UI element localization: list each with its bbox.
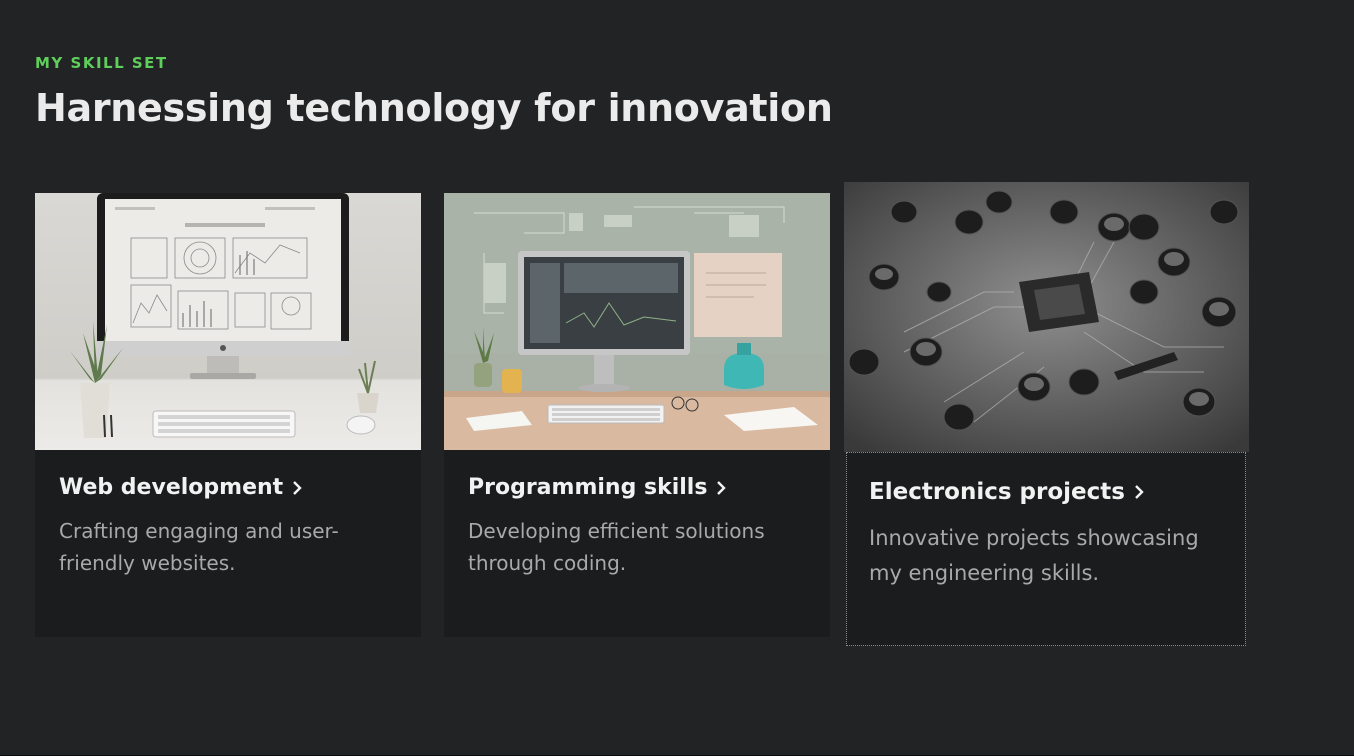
programming-skills-image bbox=[444, 193, 830, 450]
web-development-image bbox=[35, 193, 421, 450]
electronics-projects-title[interactable]: Electronics projects bbox=[869, 479, 1145, 505]
electronics-projects-description: Innovative projects showcasing my engine… bbox=[869, 526, 1199, 585]
skills-section: MY SKILL SET Harnessing technology for i… bbox=[0, 0, 1354, 756]
programming-skills-description: Developing efficient solutions through c… bbox=[468, 519, 765, 575]
skill-card-electronics-projects[interactable]: Electronics projects Innovative projects… bbox=[844, 182, 1249, 647]
electronics-projects-image bbox=[844, 182, 1249, 452]
web-development-title[interactable]: Web development bbox=[59, 475, 303, 500]
programming-skills-title-text: Programming skills bbox=[468, 475, 708, 500]
web-development-title-text: Web development bbox=[59, 475, 284, 500]
section-heading: Harnessing technology for innovation bbox=[35, 86, 833, 130]
skill-card-programming-skills[interactable]: Programming skills Developing efficient … bbox=[444, 193, 830, 637]
chevron-right-icon bbox=[717, 480, 727, 495]
electronics-projects-title-text: Electronics projects bbox=[869, 479, 1125, 505]
chevron-right-icon bbox=[1135, 485, 1144, 499]
skill-card-web-development[interactable]: Web development Crafting engaging and us… bbox=[35, 193, 421, 637]
chevron-right-icon bbox=[293, 480, 302, 495]
web-development-description: Crafting engaging and user-friendly webs… bbox=[59, 519, 339, 575]
programming-skills-title[interactable]: Programming skills bbox=[468, 475, 727, 500]
section-eyebrow: MY SKILL SET bbox=[35, 54, 168, 72]
